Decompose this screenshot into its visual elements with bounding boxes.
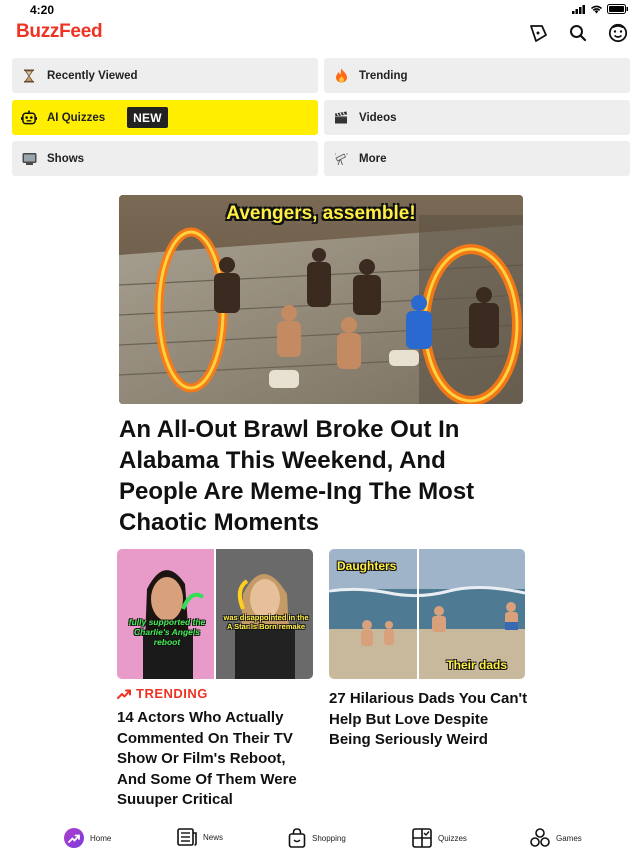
card-image-actors[interactable]: fully supported the Charlie's Angels reb… — [117, 549, 313, 679]
tab-news[interactable]: News — [177, 828, 223, 846]
search-icon — [570, 25, 587, 42]
badge-button[interactable] — [527, 22, 549, 44]
clapperboard-icon — [333, 110, 349, 126]
nav-tile-label: AI Quizzes — [47, 111, 106, 124]
nav-tile-shows[interactable]: Shows — [12, 141, 318, 176]
quiz-grid-icon — [412, 828, 432, 848]
hourglass-icon — [21, 68, 37, 84]
search-button[interactable] — [567, 22, 589, 44]
tab-label: Quizzes — [438, 833, 467, 843]
card-image-text-bottom: Their dads — [446, 658, 507, 672]
bottom-tab-bar: Home News Shopping Quizzes Games — [0, 820, 643, 858]
telescope-icon — [333, 151, 349, 167]
trending-label: TRENDING — [136, 686, 208, 701]
nav-tile-label: Trending — [359, 69, 408, 82]
status-bar: 4:20 — [0, 0, 643, 18]
profile-icon — [608, 23, 628, 43]
nav-tile-label: Recently Viewed — [47, 69, 138, 82]
nav-tile-ai-quizzes[interactable]: AI Quizzes NEW — [12, 100, 318, 135]
card-image-text-right: was disappointed in the A Star Is Born r… — [223, 613, 309, 631]
hero-image-caption: Avengers, assemble! — [226, 203, 416, 224]
badge-icon — [530, 25, 547, 42]
signal-icon — [572, 4, 585, 14]
trending-arrow-icon — [117, 689, 131, 699]
tab-home[interactable]: Home — [64, 828, 111, 848]
shopping-bag-icon — [288, 828, 306, 848]
wifi-icon — [590, 5, 603, 14]
newspaper-icon — [177, 828, 197, 846]
buzzfeed-logo[interactable]: BuzzFeed — [16, 21, 103, 43]
status-icons — [572, 4, 629, 14]
card-image-dads[interactable]: Daughters Their dads — [329, 549, 525, 679]
tab-quizzes[interactable]: Quizzes — [412, 828, 467, 848]
tab-games[interactable]: Games — [530, 828, 582, 848]
status-time: 4:20 — [30, 3, 55, 17]
hero-image[interactable]: Avengers, assemble! — [119, 195, 523, 404]
profile-button[interactable] — [607, 22, 629, 44]
trending-arrow-icon — [64, 828, 84, 848]
card-image-text-left: fully supported the Charlie's Angels reb… — [128, 617, 206, 647]
new-badge: NEW — [127, 107, 168, 128]
trending-tag[interactable]: TRENDING — [117, 686, 208, 701]
card-headline-dads[interactable]: 27 Hilarious Dads You Can't Help But Lov… — [329, 689, 529, 751]
hero-headline[interactable]: An All-Out Brawl Broke Out In Alabama Th… — [119, 414, 529, 538]
nav-tile-more[interactable]: More — [324, 141, 630, 176]
nav-tile-recently-viewed[interactable]: Recently Viewed — [12, 58, 318, 93]
tab-label: Games — [556, 833, 582, 843]
nav-tile-label: Videos — [359, 111, 397, 124]
tab-shopping[interactable]: Shopping — [288, 828, 346, 848]
tab-label: News — [203, 832, 224, 842]
battery-icon — [607, 4, 628, 14]
header-actions — [527, 22, 629, 44]
games-icon — [530, 828, 550, 848]
nav-tile-label: More — [359, 152, 387, 165]
robot-icon — [21, 109, 37, 126]
nav-tile-trending[interactable]: Trending — [324, 58, 630, 93]
fire-icon — [333, 68, 349, 84]
tab-label: Home — [90, 833, 112, 843]
card-headline-actors[interactable]: 14 Actors Who Actually Commented On Thei… — [117, 708, 317, 811]
tv-icon — [21, 151, 37, 167]
nav-tile-videos[interactable]: Videos — [324, 100, 630, 135]
app-header: BuzzFeed — [0, 18, 643, 54]
hero-photo — [119, 195, 523, 404]
tab-label: Shopping — [312, 833, 346, 843]
nav-tile-label: Shows — [47, 152, 85, 165]
card-image-text-top: Daughters — [337, 559, 397, 573]
